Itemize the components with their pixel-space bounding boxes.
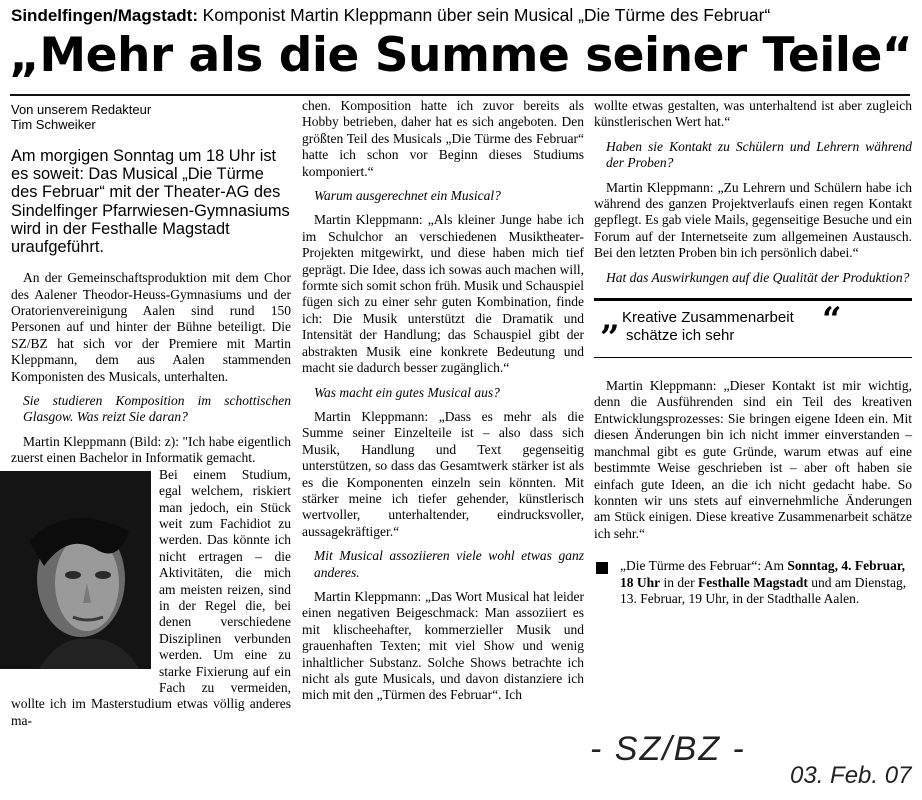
square-bullet-icon xyxy=(596,562,608,575)
pull-quote-line-1: Kreative Zusammenarbeit xyxy=(622,309,794,327)
event-in: in der xyxy=(663,574,695,590)
answer-paragraph: Martin Kleppmann: „Zu Lehrern und Schüle… xyxy=(594,179,912,261)
opening-quote-mark-icon: “ xyxy=(822,300,842,341)
answer-paragraph: Martin Kleppmann: „Dieser Kontakt ist mi… xyxy=(594,378,912,541)
article-column-1: Von unserem Redakteur Tim Schweiker Am m… xyxy=(0,98,291,729)
interview-question: Warum ausgerechnet ein Musical? xyxy=(314,188,501,204)
byline: Von unserem Redakteur Tim Schweiker xyxy=(11,98,291,132)
pull-quote-line-2: schätze ich sehr xyxy=(626,327,735,345)
pull-quote: Kreative Zusammenarbeit “ ” schätze ich … xyxy=(594,298,912,359)
event-venue-1: Festhalle Magstadt xyxy=(698,574,808,590)
body-paragraph: An der Gemeinschaftsproduktion mit dem C… xyxy=(11,270,291,384)
event-am: Am xyxy=(763,558,784,574)
interview-question: Mit Musical assoziieren viele wohl etwas… xyxy=(314,548,584,580)
byline-author: Tim Schweiker xyxy=(11,117,96,132)
lead-paragraph: Am morgigen Sonntag um 18 Uhr ist es sow… xyxy=(11,147,290,257)
kicker-location: Sindelfingen/Magstadt: xyxy=(11,6,198,25)
headline: „Mehr als die Summe seiner Teile“ xyxy=(9,28,913,83)
portrait-image xyxy=(0,470,151,669)
article-column-3: wollte etwas gestalten, was unterhaltend… xyxy=(594,98,912,607)
portrait-photo xyxy=(0,470,151,669)
closing-quote-mark-icon: ” xyxy=(600,318,620,359)
interview-question: Was macht ein gutes Musical aus? xyxy=(314,384,500,400)
answer-paragraph: Martin Kleppmann: „Dass es mehr als die … xyxy=(302,408,584,539)
kicker-line: Sindelfingen/Magstadt: Komponist Martin … xyxy=(11,4,911,27)
interview-question: Hat das Auswirkungen auf die Qualität de… xyxy=(606,269,910,285)
body-paragraph: chen. Komposition hatte ich zuvor bereit… xyxy=(302,98,584,179)
event-title: „Die Türme des Februar“: xyxy=(620,558,762,574)
handwritten-date-note: 03. Feb. 07 xyxy=(790,762,912,789)
event-info-box: „Die Türme des Februar“: Am Sonntag, 4. … xyxy=(594,558,912,607)
handwritten-source-note: - SZ/BZ - xyxy=(590,730,746,768)
portrait-photo-wrap xyxy=(0,470,151,679)
answer-paragraph: Martin Kleppmann (Bild: z): "Ich habe ei… xyxy=(11,433,291,466)
body-paragraph: wollte etwas gestalten, was unterhaltend… xyxy=(594,98,912,130)
article-column-2: chen. Komposition hatte ich zuvor bereit… xyxy=(302,98,584,704)
headline-rule xyxy=(10,94,910,96)
byline-role: Von unserem Redakteur xyxy=(11,102,152,117)
answer-paragraph: Martin Kleppmann: „Als kleiner Junge hab… xyxy=(302,212,584,376)
answer-paragraph: Martin Kleppmann: „Das Wort Musical hat … xyxy=(302,588,584,703)
interview-question: Haben sie Kontakt zu Schülern und Lehrer… xyxy=(606,138,912,171)
interview-question: Sie studieren Komposition im schottische… xyxy=(23,393,291,425)
kicker-topic: Komponist Martin Kleppmann über sein Mus… xyxy=(202,5,771,25)
